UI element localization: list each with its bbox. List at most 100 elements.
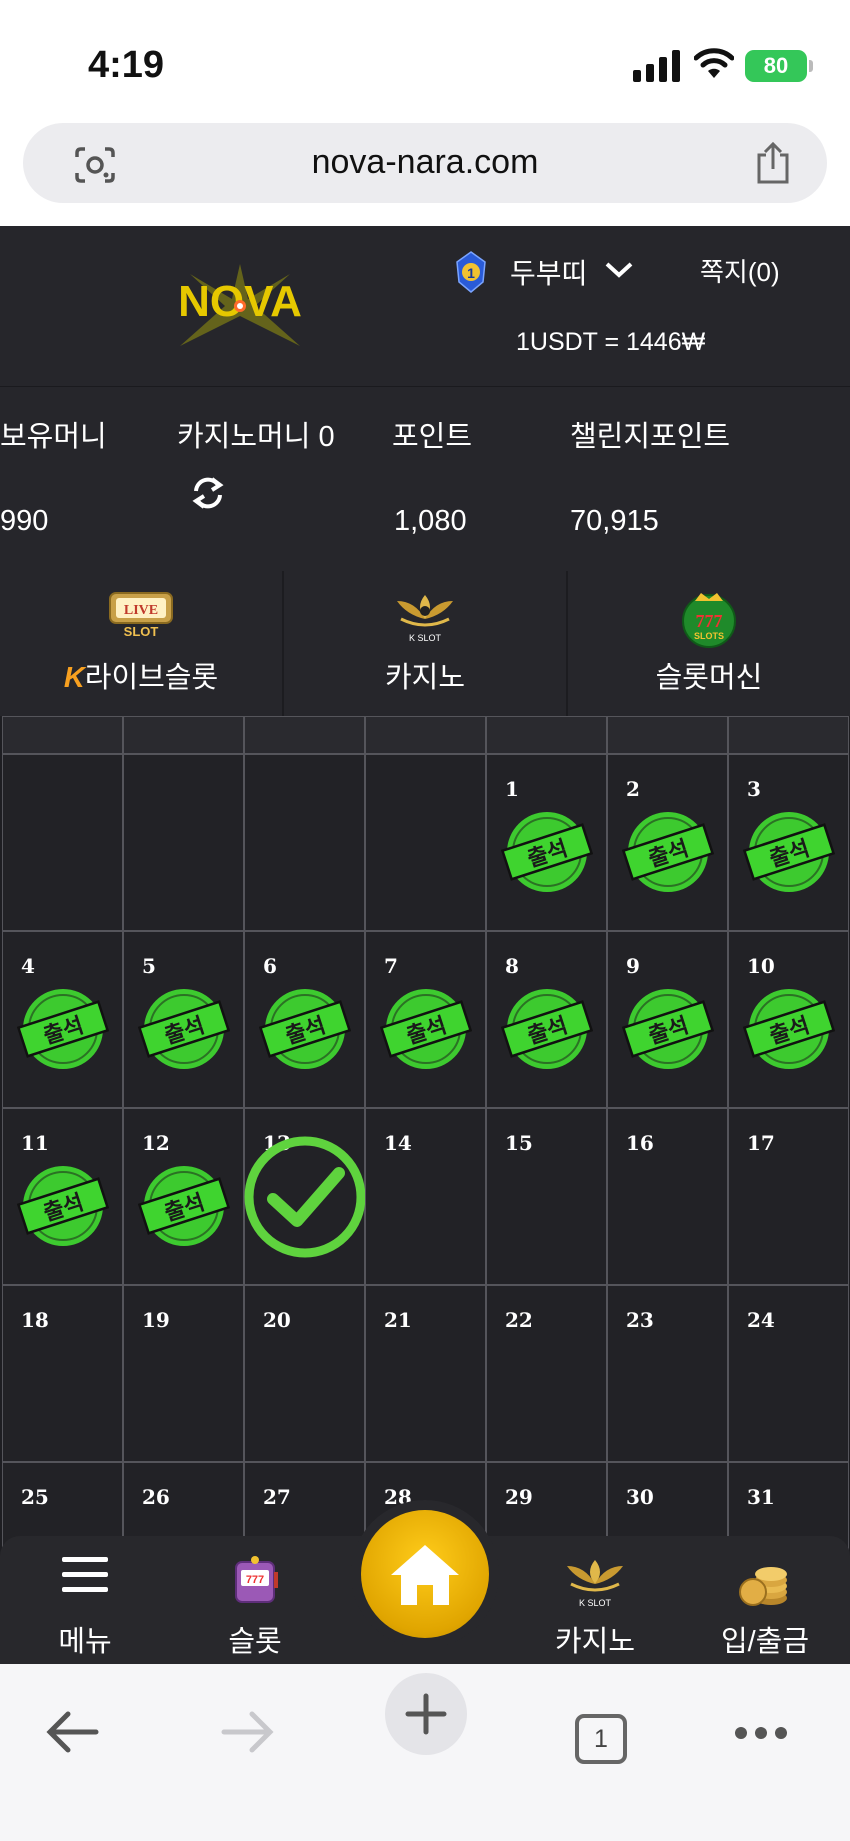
weekday-header-cell <box>244 716 365 754</box>
day-number: 12 <box>142 1131 170 1155</box>
balance-panel: 보유머니 990 카지노머니 0 포인트 1,080 챌린지포인트 70,915 <box>0 386 850 571</box>
calendar-day-cell[interactable]: 20 <box>244 1285 365 1462</box>
calendar-day-cell[interactable]: 22 <box>486 1285 607 1462</box>
calendar-day-cell[interactable]: 6 출석 <box>244 931 365 1108</box>
weekday-header-cell <box>2 716 123 754</box>
username[interactable]: 두부띠 <box>510 252 587 292</box>
back-icon[interactable] <box>44 1710 100 1754</box>
calendar-empty-cell <box>123 754 244 931</box>
calendar-day-cell[interactable]: 12 출석 <box>123 1108 244 1285</box>
game-category-tabs: LIVE SLOT K라이브슬롯 K SLOT 카지노 777 SLOTS 슬롯… <box>0 571 850 716</box>
refresh-icon[interactable] <box>190 475 226 511</box>
challenge-point-label: 챌린지포인트 <box>570 421 731 453</box>
new-tab-button[interactable] <box>385 1673 467 1755</box>
tab-slot-machine[interactable]: 777 SLOTS 슬롯머신 <box>568 571 850 716</box>
attendance-stamp-icon: 출석 <box>742 988 835 1069</box>
day-number: 6 <box>263 954 277 978</box>
calendar-day-cell[interactable]: 5 출석 <box>123 931 244 1108</box>
tab-slot-machine-label: 슬롯머신 <box>655 662 763 694</box>
weekday-header-cell <box>486 716 607 754</box>
status-bar: 4:19 80 <box>0 0 850 120</box>
calendar-day-cell[interactable]: 23 <box>607 1285 728 1462</box>
calendar-day-cell[interactable]: 2 출석 <box>607 754 728 931</box>
challenge-point-value: 70,915 <box>570 505 659 537</box>
attendance-stamp-icon: 출석 <box>137 1165 230 1246</box>
nav-slot[interactable]: 777 슬롯 <box>185 1536 325 1664</box>
day-number: 24 <box>747 1308 775 1332</box>
day-number: 17 <box>747 1131 775 1155</box>
more-icon[interactable] <box>734 1726 788 1740</box>
day-number: 20 <box>263 1308 291 1332</box>
tab-casino[interactable]: K SLOT 카지노 <box>284 571 566 716</box>
k-prefix: K <box>63 662 85 694</box>
holding-money-label: 보유머니 <box>0 421 107 453</box>
calendar-day-cell[interactable]: 19 <box>123 1285 244 1462</box>
nav-casino[interactable]: K SLOT 카지노 <box>525 1536 665 1664</box>
calendar-day-cell[interactable]: 15 <box>486 1108 607 1285</box>
calendar-day-cell[interactable]: 18 <box>2 1285 123 1462</box>
tab-live-slot[interactable]: LIVE SLOT K라이브슬롯 <box>0 571 282 716</box>
menu-icon <box>62 1557 108 1592</box>
weekday-header-cell <box>728 716 849 754</box>
calendar-day-cell[interactable]: 8 출석 <box>486 931 607 1108</box>
calendar-day-cell[interactable]: 21 <box>365 1285 486 1462</box>
day-number: 5 <box>142 954 156 978</box>
point-value: 1,080 <box>394 505 467 537</box>
svg-text:777: 777 <box>246 1574 264 1586</box>
tab-switcher[interactable]: 1 <box>575 1714 627 1764</box>
day-number: 25 <box>21 1485 49 1509</box>
calendar-empty-cell <box>244 754 365 931</box>
tab-casino-label: 카지노 <box>384 662 466 694</box>
day-number: 19 <box>142 1308 170 1332</box>
day-number: 26 <box>142 1485 170 1509</box>
clock: 4:19 <box>88 44 165 86</box>
calendar-empty-cell <box>2 754 123 931</box>
calendar-day-cell[interactable]: 11 출석 <box>2 1108 123 1285</box>
777-slots-icon: 777 SLOTS <box>682 593 736 648</box>
cellular-signal-icon <box>633 48 680 82</box>
attendance-stamp-icon: 출석 <box>137 988 230 1069</box>
nav-menu[interactable]: 메뉴 <box>15 1536 155 1664</box>
nova-logo[interactable]: NOVA <box>140 254 340 354</box>
calendar-day-cell[interactable]: 3 출석 <box>728 754 849 931</box>
home-button[interactable] <box>361 1510 489 1638</box>
day-number: 27 <box>263 1485 291 1509</box>
weekday-header-cell <box>607 716 728 754</box>
calendar-empty-cell <box>365 754 486 931</box>
wifi-icon <box>694 48 734 78</box>
share-icon[interactable] <box>753 141 793 185</box>
home-button-wrap <box>351 1500 499 1648</box>
live-slot-icon: LIVE SLOT <box>109 592 173 639</box>
calendar-day-cell[interactable]: 13 <box>244 1108 366 1285</box>
forward-icon[interactable] <box>220 1710 276 1754</box>
calendar-day-cell[interactable]: 24 <box>728 1285 849 1462</box>
chevron-down-icon[interactable] <box>604 260 634 280</box>
nav-deposit[interactable]: 입/출금 <box>695 1536 835 1664</box>
attendance-stamp-icon: 출석 <box>500 811 593 892</box>
calendar-day-cell[interactable]: 17 <box>728 1108 849 1285</box>
day-number: 16 <box>626 1131 654 1155</box>
calendar-day-cell[interactable]: 4 출석 <box>2 931 123 1108</box>
calendar-day-cell[interactable]: 14 <box>365 1108 486 1285</box>
day-number: 30 <box>626 1485 654 1509</box>
url-text[interactable]: nova-nara.com <box>23 143 827 182</box>
svg-text:1: 1 <box>467 265 475 281</box>
messages-link[interactable]: 쪽지(0) <box>700 252 780 289</box>
calendar-day-cell[interactable]: 10 출석 <box>728 931 849 1108</box>
exchange-rate: 1USDT = 1446₩ <box>516 328 706 356</box>
address-bar[interactable]: nova-nara.com <box>23 123 827 203</box>
day-number: 9 <box>626 954 640 978</box>
calendar-day-cell[interactable]: 9 출석 <box>607 931 728 1108</box>
calendar-day-cell[interactable]: 1 출석 <box>486 754 607 931</box>
website-content: NOVA 1 두부띠 쪽지(0) 1USDT = 1446₩ 보유머니 990 … <box>0 226 850 1664</box>
day-number: 18 <box>21 1308 49 1332</box>
attendance-stamp-icon: 출석 <box>258 988 351 1069</box>
day-number: 11 <box>21 1131 49 1155</box>
nav-casino-label: 카지노 <box>554 1626 636 1658</box>
tab-live-slot-label: K라이브슬롯 <box>63 662 219 694</box>
attendance-stamp-icon: 출석 <box>16 1165 109 1246</box>
calendar-day-cell[interactable]: 16 <box>607 1108 728 1285</box>
calendar-day-cell[interactable]: 7 출석 <box>365 931 486 1108</box>
point-label: 포인트 <box>392 421 473 453</box>
day-number: 14 <box>384 1131 412 1155</box>
